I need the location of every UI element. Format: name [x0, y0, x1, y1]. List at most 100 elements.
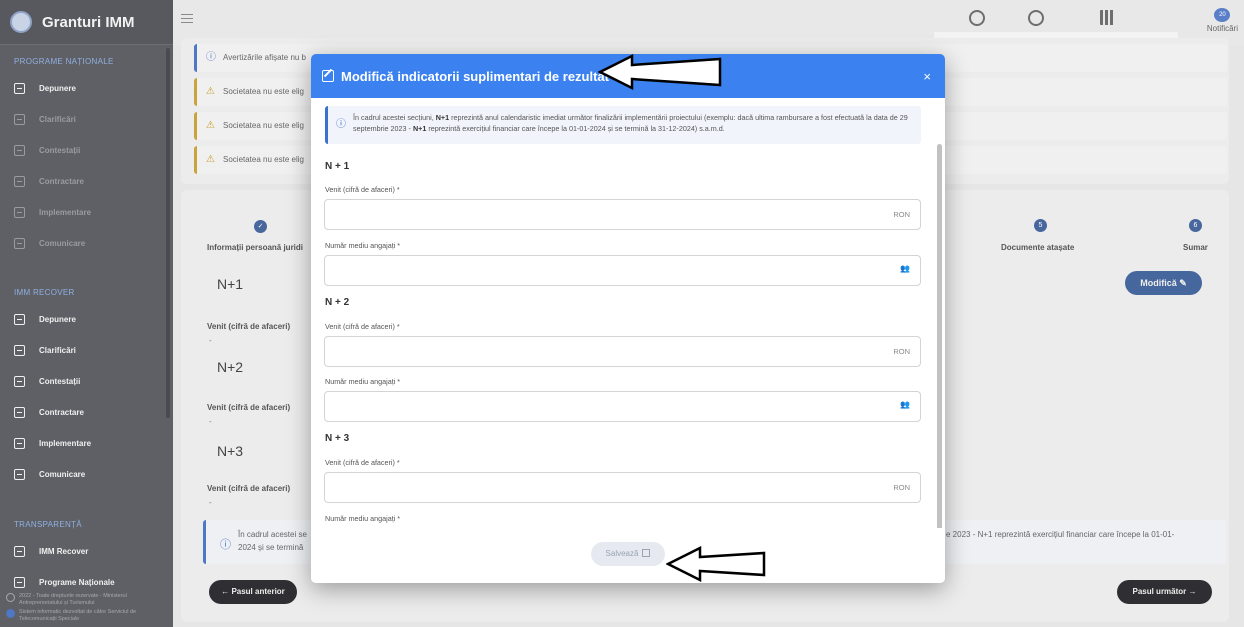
- group-field-value: -: [209, 498, 212, 507]
- upload-icon: [14, 83, 25, 94]
- menu-icon[interactable]: [181, 14, 193, 23]
- sidebar-item-comunicare[interactable]: Comunicare: [0, 228, 173, 259]
- modal-title: Modifică indicatorii suplimentari de rez…: [341, 68, 609, 84]
- sidebar-item-depunere[interactable]: Depunere: [0, 73, 173, 104]
- document-icon: [14, 438, 25, 449]
- revenue-label: Venit (cifră de afaceri) *: [325, 458, 400, 467]
- employees-label: Număr mediu angajați *: [325, 377, 401, 386]
- annotation-arrow-save: [666, 546, 766, 582]
- arrow-left-icon: ←: [221, 587, 230, 596]
- sidebar-item-contractare-recover[interactable]: Contractare: [0, 397, 173, 428]
- arrow-right-icon: →: [1188, 587, 1197, 596]
- employees-label: Număr mediu angajați *: [325, 514, 401, 523]
- revenue-label: Venit (cifră de afaceri) *: [325, 185, 400, 194]
- revenue-label: Venit (cifră de afaceri) *: [325, 322, 400, 331]
- copyright-icon: [6, 593, 15, 602]
- group-field-label: Venit (cifră de afaceri): [207, 484, 291, 493]
- revenue-input[interactable]: RON: [324, 199, 921, 230]
- modify-button[interactable]: Modifică ✎: [1125, 271, 1202, 295]
- info-icon: ⓘ: [336, 119, 346, 130]
- save-button[interactable]: Salvează: [591, 542, 665, 566]
- sidebar-item-contestatii-recover[interactable]: Contestații: [0, 366, 173, 397]
- sidebar-item-clarificari-recover[interactable]: Clarificări: [0, 335, 173, 366]
- section-title-imm-recover: IMM RECOVER: [14, 288, 75, 297]
- sidebar-item-contractare[interactable]: Contractare: [0, 166, 173, 197]
- upload-icon: [14, 314, 25, 325]
- chat-icon: [14, 238, 25, 249]
- section-title-programe: PROGRAME NAȚIONALE: [14, 57, 114, 66]
- section-heading: N + 2: [325, 297, 350, 308]
- section-title-transparenta: TRANSPARENȚĂ: [14, 520, 82, 529]
- modal-scrollbar[interactable]: [937, 144, 942, 540]
- sidebar-item-implementare-recover[interactable]: Implementare: [0, 428, 173, 459]
- info-icon: ⓘ: [206, 52, 216, 63]
- group-title: N+2: [217, 359, 244, 375]
- user-circle-icon[interactable]: [1028, 10, 1044, 26]
- sidebar-item-contestatii[interactable]: Contestații: [0, 135, 173, 166]
- logo-icon: [10, 11, 32, 33]
- next-step-button[interactable]: Pasul următor →: [1117, 580, 1212, 604]
- table-icon: [14, 577, 25, 588]
- group-field-value: -: [209, 336, 212, 345]
- notifications-button[interactable]: 20 Notificări: [1207, 8, 1238, 33]
- info-box: ⓘ În cadrul acestei secțiuni, N+1 reprez…: [325, 106, 921, 144]
- warning-icon: ⚠: [206, 120, 215, 131]
- section-heading: N + 3: [325, 433, 350, 444]
- step-1-done[interactable]: ✓: [254, 220, 267, 233]
- step-6-label: Sumar: [1183, 243, 1208, 252]
- step-6[interactable]: 6: [1189, 219, 1202, 232]
- modal-footer: Salvează: [311, 528, 945, 583]
- group-field-label: Venit (cifră de afaceri): [207, 322, 291, 331]
- info-icon: ⓘ: [220, 539, 231, 551]
- people-icon: 👥: [900, 400, 910, 409]
- notification-bell-icon: 20: [1214, 8, 1231, 22]
- clarify-icon: [14, 114, 25, 125]
- close-icon[interactable]: ×: [923, 69, 931, 84]
- sidebar-scrollbar[interactable]: [166, 48, 170, 418]
- brand-title: Granturi IMM: [42, 13, 135, 31]
- check-box-icon: [14, 407, 25, 418]
- chat-icon: [14, 469, 25, 480]
- employees-label: Număr mediu angajați *: [325, 241, 401, 250]
- modal-dialog: Modifică indicatorii suplimentari de rez…: [311, 54, 945, 583]
- alert-box-icon: [14, 376, 25, 387]
- check-box-icon: [14, 176, 25, 187]
- warning-icon: ⚠: [206, 154, 215, 165]
- group-title: N+3: [217, 443, 244, 459]
- sidebar-item-implementare[interactable]: Implementare: [0, 197, 173, 228]
- ron-suffix: RON: [893, 210, 910, 219]
- prev-step-button[interactable]: ← Pasul anterior: [209, 580, 297, 604]
- table-icon: [14, 546, 25, 557]
- sts-logo-icon: [6, 609, 15, 618]
- alert-box-icon: [14, 145, 25, 156]
- clarify-icon: [14, 345, 25, 356]
- step-5-label: Documente atașate: [1001, 243, 1075, 252]
- save-icon: [642, 549, 651, 557]
- section-heading: N + 1: [325, 161, 350, 172]
- brand[interactable]: Granturi IMM: [0, 0, 173, 45]
- edit-icon: [322, 70, 334, 82]
- step-1-label: Informații persoană juridi: [207, 243, 304, 252]
- clock-icon[interactable]: [969, 10, 985, 26]
- modal-body: ⓘ În cadrul acestei secțiuni, N+1 reprez…: [311, 98, 945, 559]
- sidebar-item-depunere-recover[interactable]: Depunere: [0, 304, 173, 335]
- warning-icon: ⚠: [206, 86, 215, 97]
- sidebar-item-comunicare-recover[interactable]: Comunicare: [0, 459, 173, 490]
- building-icon[interactable]: [1100, 10, 1114, 25]
- ron-suffix: RON: [893, 483, 910, 492]
- ron-suffix: RON: [893, 347, 910, 356]
- sidebar-item-clarificari[interactable]: Clarificări: [0, 104, 173, 135]
- revenue-input[interactable]: RON: [324, 336, 921, 367]
- revenue-input[interactable]: RON: [324, 472, 921, 503]
- edit-icon: ✎: [1179, 278, 1187, 288]
- sidebar-footer: 2022 - Toate drepturile rezervate - Mini…: [0, 589, 173, 627]
- step-5[interactable]: 5: [1034, 219, 1047, 232]
- employees-input[interactable]: 👥: [324, 255, 921, 286]
- group-field-value: -: [209, 417, 212, 426]
- document-icon: [14, 207, 25, 218]
- sidebar-item-imm-recover[interactable]: IMM Recover: [0, 536, 173, 567]
- sidebar: Granturi IMM PROGRAME NAȚIONALE Depunere…: [0, 0, 173, 627]
- employees-input[interactable]: 👥: [324, 391, 921, 422]
- group-field-label: Venit (cifră de afaceri): [207, 403, 291, 412]
- group-title: N+1: [217, 276, 244, 292]
